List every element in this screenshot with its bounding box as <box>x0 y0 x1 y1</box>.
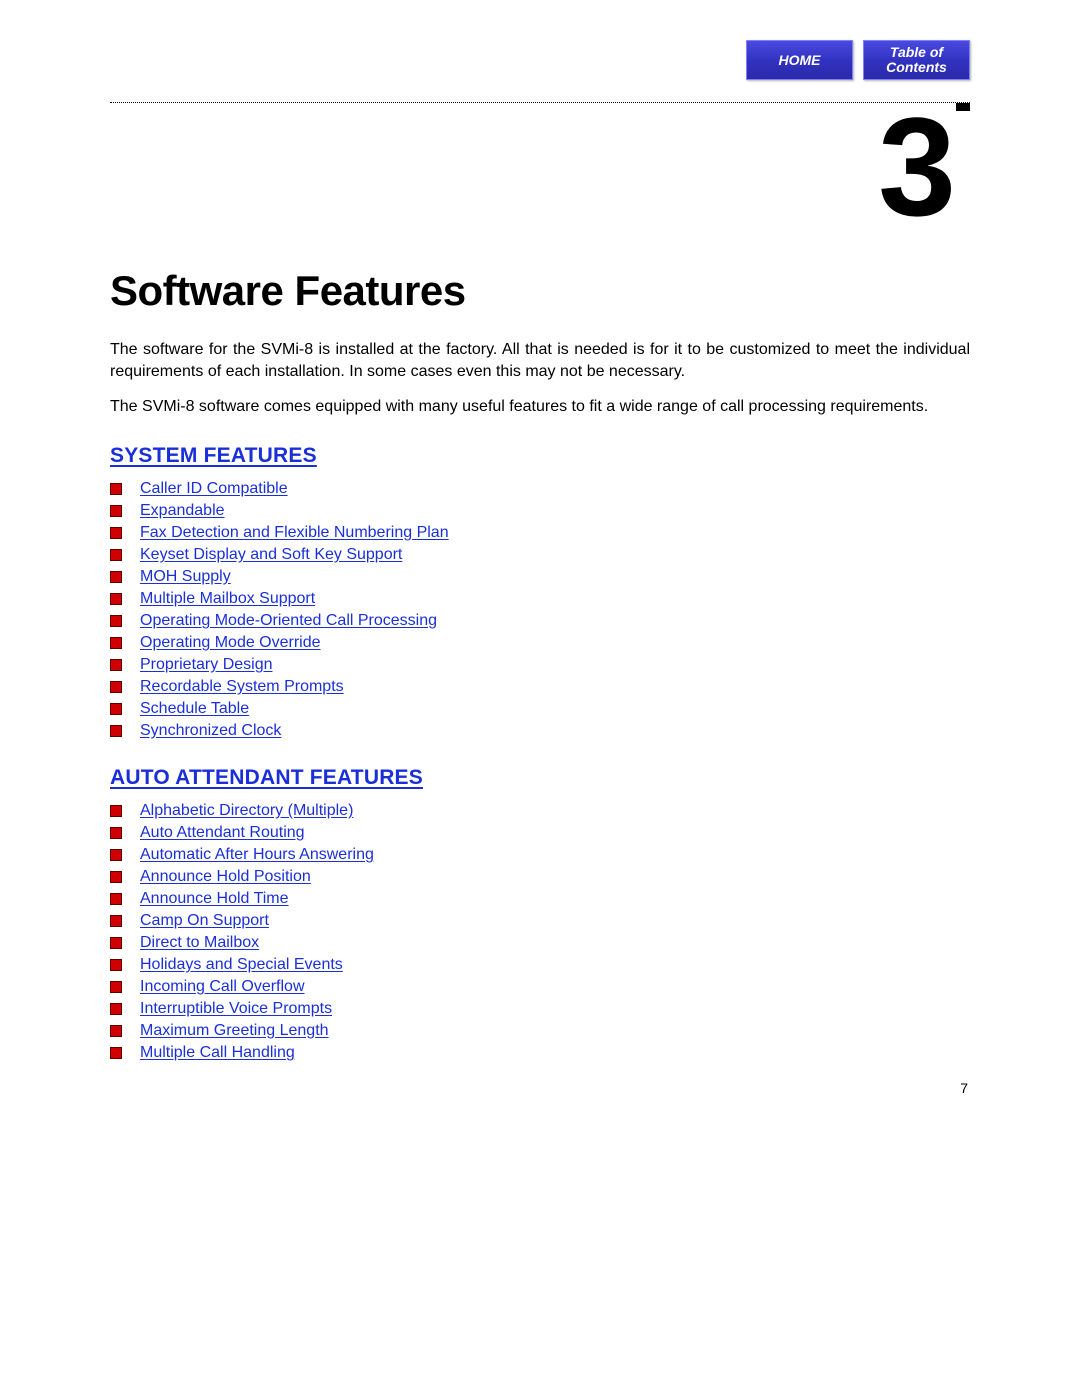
feature-link[interactable]: Expandable <box>140 502 225 520</box>
section-heading[interactable]: AUTO ATTENDANT FEATURES <box>110 766 970 790</box>
list-item: Recordable System Prompts <box>110 678 970 696</box>
list-item: Fax Detection and Flexible Numbering Pla… <box>110 524 970 542</box>
list-item: Announce Hold Position <box>110 868 970 886</box>
section-heading[interactable]: SYSTEM FEATURES <box>110 444 970 468</box>
chapter-mark <box>956 103 970 111</box>
chapter-row: 3 <box>110 103 970 237</box>
list-item: Multiple Call Handling <box>110 1044 970 1062</box>
page-title: Software Features <box>110 267 970 315</box>
feature-link[interactable]: Proprietary Design <box>140 656 273 674</box>
feature-list: Alphabetic Directory (Multiple) Auto Atte… <box>110 802 970 1062</box>
list-item: Proprietary Design <box>110 656 970 674</box>
feature-link[interactable]: Operating Mode Override <box>140 634 321 652</box>
feature-link[interactable]: Auto Attendant Routing <box>140 824 305 842</box>
feature-link[interactable]: Announce Hold Time <box>140 890 289 908</box>
list-item: Synchronized Clock <box>110 722 970 740</box>
intro-paragraph-2: The SVMi-8 software comes equipped with … <box>110 396 970 418</box>
square-bullet-icon <box>110 725 122 737</box>
square-bullet-icon <box>110 615 122 627</box>
feature-link[interactable]: Caller ID Compatible <box>140 480 288 498</box>
square-bullet-icon <box>110 659 122 671</box>
list-item: Interruptible Voice Prompts <box>110 1000 970 1018</box>
list-item: Multiple Mailbox Support <box>110 590 970 608</box>
feature-link[interactable]: Camp On Support <box>140 912 269 930</box>
list-item: Caller ID Compatible <box>110 480 970 498</box>
toc-label-1: Table of <box>890 45 943 60</box>
feature-link[interactable]: Recordable System Prompts <box>140 678 344 696</box>
list-item: Alphabetic Directory (Multiple) <box>110 802 970 820</box>
square-bullet-icon <box>110 527 122 539</box>
square-bullet-icon <box>110 571 122 583</box>
square-bullet-icon <box>110 849 122 861</box>
square-bullet-icon <box>110 893 122 905</box>
list-item: Incoming Call Overflow <box>110 978 970 996</box>
home-button[interactable]: HOME <box>746 40 853 80</box>
square-bullet-icon <box>110 703 122 715</box>
feature-link[interactable]: Schedule Table <box>140 700 249 718</box>
list-item: Schedule Table <box>110 700 970 718</box>
document-page: HOME Table of Contents 3 Software Featur… <box>0 0 1080 1126</box>
feature-list: Caller ID Compatible Expandable Fax Detect… <box>110 480 970 740</box>
list-item: Operating Mode-Oriented Call Processing <box>110 612 970 630</box>
feature-link[interactable]: Automatic After Hours Answering <box>140 846 374 864</box>
feature-link[interactable]: Interruptible Voice Prompts <box>140 1000 332 1018</box>
feature-link[interactable]: Synchronized Clock <box>140 722 281 740</box>
square-bullet-icon <box>110 1025 122 1037</box>
feature-link[interactable]: Maximum Greeting Length <box>140 1022 329 1040</box>
feature-link[interactable]: Announce Hold Position <box>140 868 311 886</box>
list-item: Automatic After Hours Answering <box>110 846 970 864</box>
list-item: Direct to Mailbox <box>110 934 970 952</box>
square-bullet-icon <box>110 505 122 517</box>
list-item: MOH Supply <box>110 568 970 586</box>
list-item: Camp On Support <box>110 912 970 930</box>
square-bullet-icon <box>110 483 122 495</box>
square-bullet-icon <box>110 637 122 649</box>
square-bullet-icon <box>110 681 122 693</box>
feature-link[interactable]: MOH Supply <box>140 568 231 586</box>
feature-link[interactable]: Direct to Mailbox <box>140 934 259 952</box>
intro-paragraph-1: The software for the SVMi-8 is installed… <box>110 339 970 382</box>
feature-link[interactable]: Fax Detection and Flexible Numbering Pla… <box>140 524 449 542</box>
feature-link[interactable]: Alphabetic Directory (Multiple) <box>140 802 353 820</box>
list-item: Auto Attendant Routing <box>110 824 970 842</box>
nav-bar: HOME Table of Contents <box>110 40 970 80</box>
square-bullet-icon <box>110 959 122 971</box>
toc-button[interactable]: Table of Contents <box>863 40 970 80</box>
feature-link[interactable]: Operating Mode-Oriented Call Processing <box>140 612 437 630</box>
list-item: Operating Mode Override <box>110 634 970 652</box>
home-label: HOME <box>779 53 821 68</box>
list-item: Holidays and Special Events <box>110 956 970 974</box>
feature-link[interactable]: Holidays and Special Events <box>140 956 343 974</box>
feature-link[interactable]: Multiple Mailbox Support <box>140 590 315 608</box>
square-bullet-icon <box>110 549 122 561</box>
square-bullet-icon <box>110 871 122 883</box>
toc-label-2: Contents <box>886 60 947 75</box>
list-item: Keyset Display and Soft Key Support <box>110 546 970 564</box>
square-bullet-icon <box>110 937 122 949</box>
square-bullet-icon <box>110 1003 122 1015</box>
feature-link[interactable]: Multiple Call Handling <box>140 1044 295 1062</box>
list-item: Announce Hold Time <box>110 890 970 908</box>
feature-link[interactable]: Keyset Display and Soft Key Support <box>140 546 402 564</box>
square-bullet-icon <box>110 981 122 993</box>
feature-link[interactable]: Incoming Call Overflow <box>140 978 305 996</box>
list-item: Maximum Greeting Length <box>110 1022 970 1040</box>
square-bullet-icon <box>110 593 122 605</box>
chapter-number: 3 <box>878 97 952 237</box>
square-bullet-icon <box>110 827 122 839</box>
square-bullet-icon <box>110 805 122 817</box>
page-number: 7 <box>960 1080 968 1096</box>
square-bullet-icon <box>110 915 122 927</box>
list-item: Expandable <box>110 502 970 520</box>
square-bullet-icon <box>110 1047 122 1059</box>
